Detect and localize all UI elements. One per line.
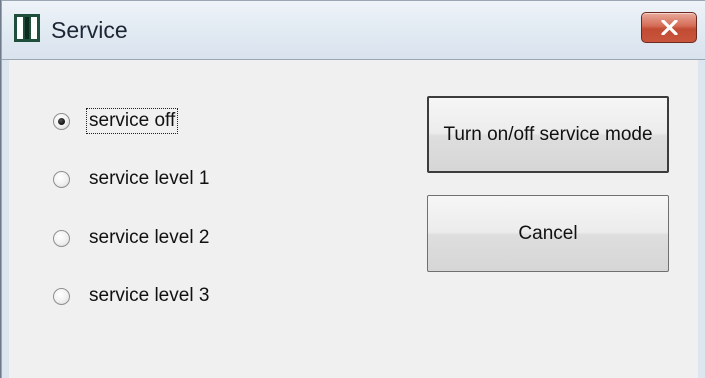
- service-dialog: Service service off service level 1 serv…: [0, 0, 705, 378]
- window-frame-left: [1, 60, 9, 378]
- radio-button[interactable]: [53, 170, 70, 188]
- window-title: Service: [51, 17, 128, 43]
- close-icon: [661, 20, 678, 35]
- cancel-label: Cancel: [518, 222, 578, 244]
- radio-service-level-2[interactable]: service level 2: [53, 225, 211, 251]
- radio-service-off[interactable]: service off: [53, 108, 179, 134]
- radio-label: service level 1: [89, 168, 210, 189]
- window-frame-right: [698, 60, 705, 378]
- radio-service-level-3[interactable]: service level 3: [53, 283, 211, 309]
- app-icon: [14, 14, 40, 42]
- radio-service-level-1[interactable]: service level 1: [53, 166, 211, 192]
- radio-label: service level 2: [89, 227, 210, 248]
- close-button[interactable]: [641, 12, 697, 43]
- title-bar[interactable]: Service: [1, 0, 705, 60]
- radio-button[interactable]: [53, 287, 70, 305]
- radio-label: service off: [85, 108, 179, 134]
- radio-label: service level 3: [89, 285, 210, 306]
- toggle-service-mode-label: Turn on/off service mode: [443, 123, 653, 145]
- radio-button[interactable]: [53, 229, 70, 247]
- cancel-button[interactable]: Cancel: [427, 195, 669, 272]
- toggle-service-mode-button[interactable]: Turn on/off service mode: [427, 96, 669, 173]
- radio-button-checked[interactable]: [53, 112, 70, 130]
